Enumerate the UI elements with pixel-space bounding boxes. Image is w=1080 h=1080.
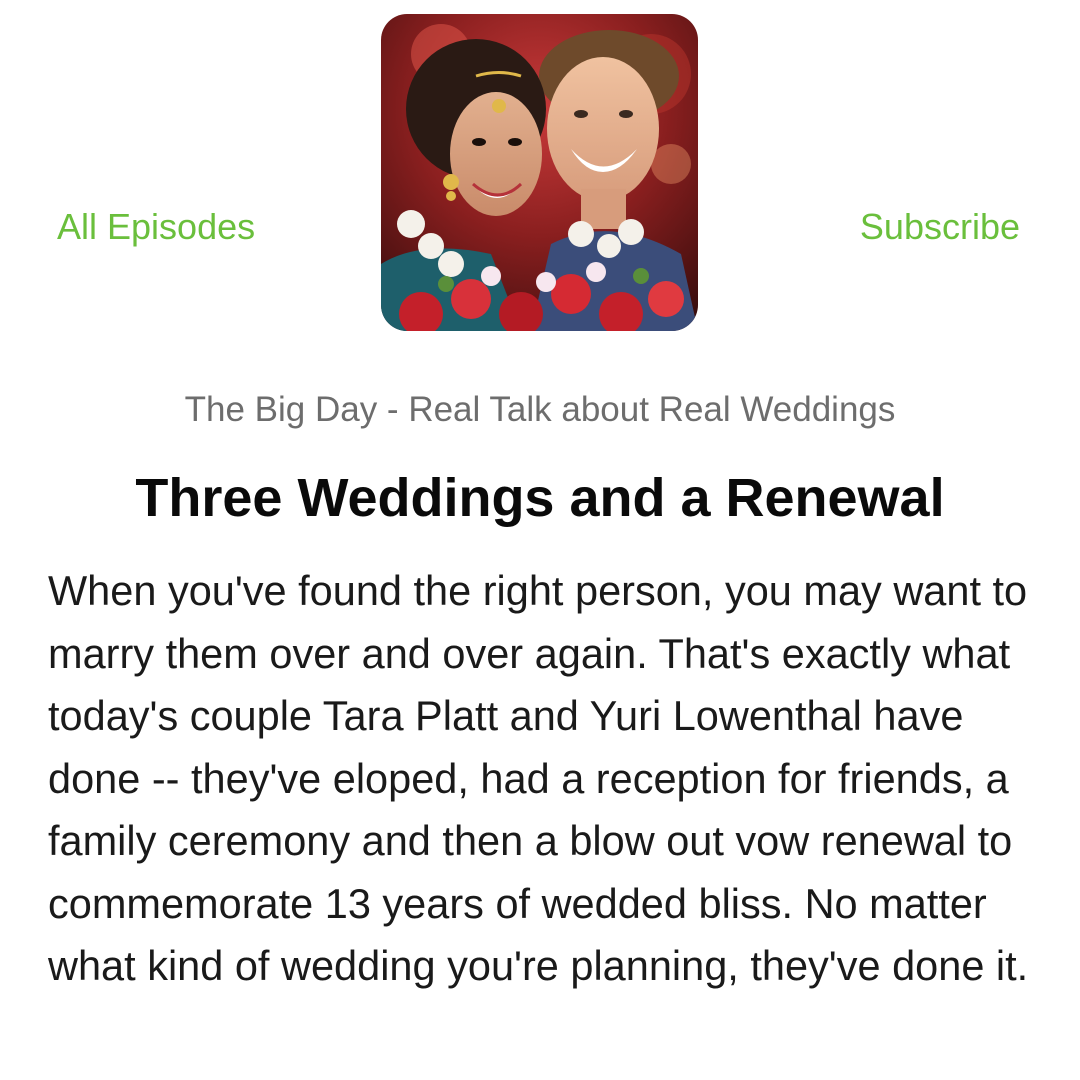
episode-description: When you've found the right person, you … xyxy=(48,567,1029,989)
all-episodes-link[interactable]: All Episodes xyxy=(57,205,255,249)
subscribe-button[interactable]: Subscribe xyxy=(860,205,1020,249)
podcast-artwork xyxy=(381,14,698,331)
couple-photo-image xyxy=(381,14,698,331)
show-title: The Big Day - Real Talk about Real Weddi… xyxy=(184,390,896,429)
episode-title: Three Weddings and a Renewal xyxy=(135,468,945,528)
